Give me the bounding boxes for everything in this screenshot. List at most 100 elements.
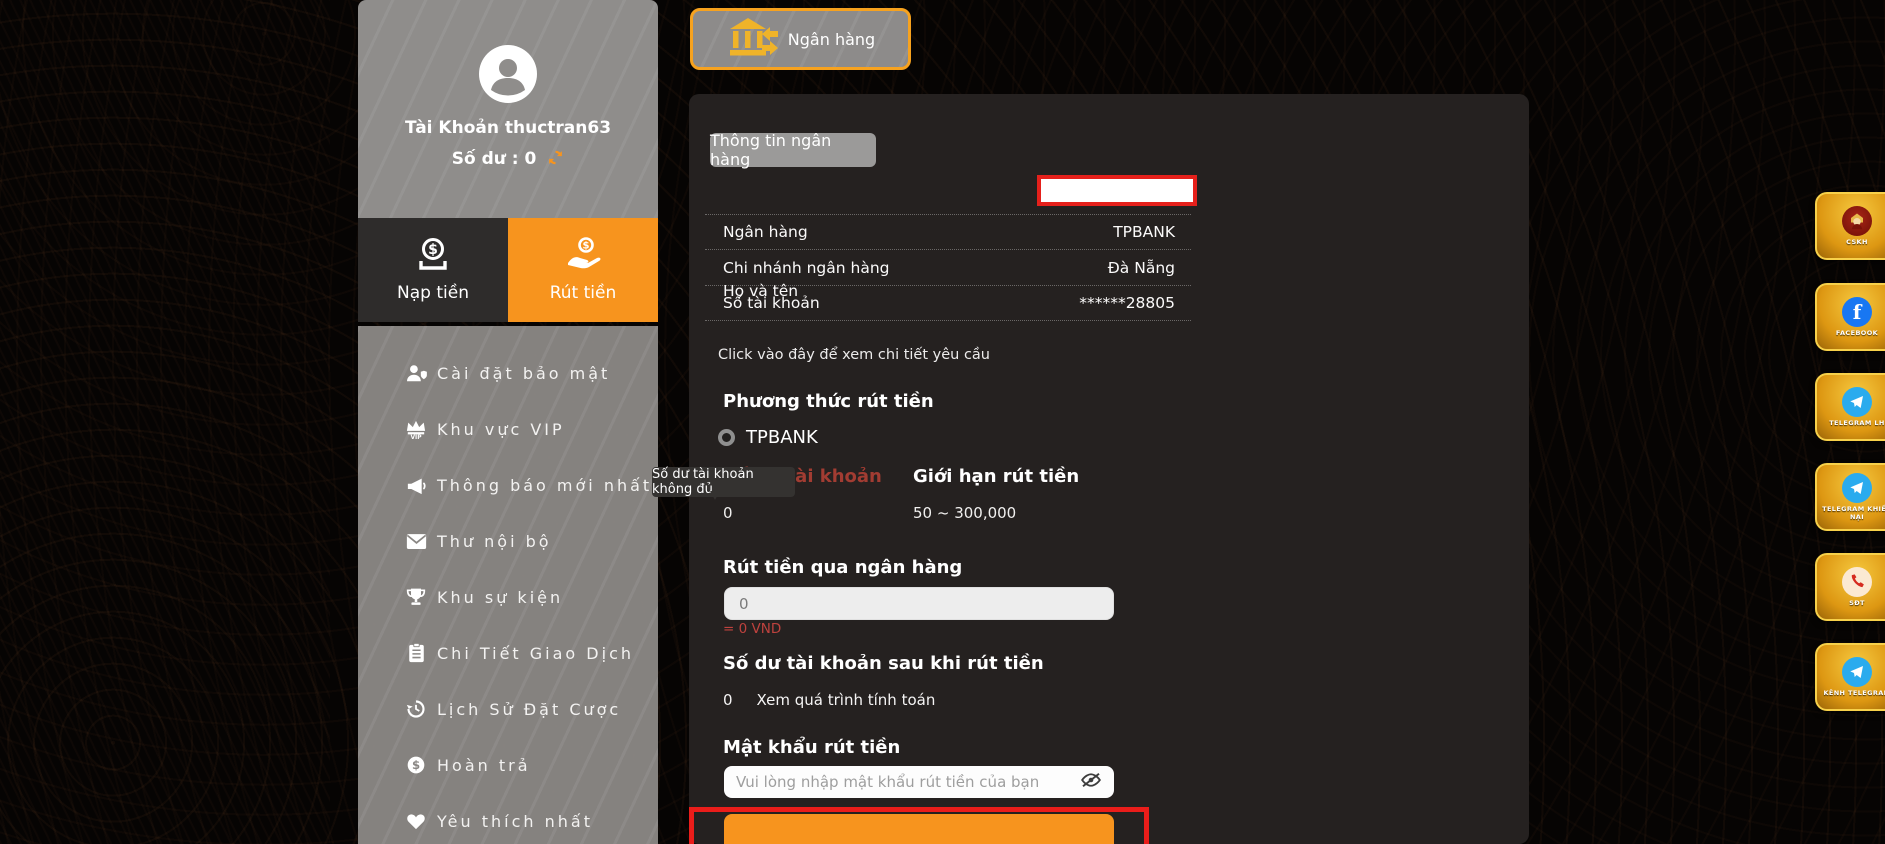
facebook-contact-icon[interactable]: f FACEBOOK [1815,283,1885,351]
contact-label: CSKH [1846,239,1868,247]
telegram-icon [1842,473,1872,503]
phone-contact-icon[interactable]: SĐT [1815,553,1885,621]
telegram-icon [1842,387,1872,417]
bank-info-section-badge: Thông tin ngân hàng [710,133,876,167]
sidebar-item-label: Khu vực VIP [437,420,565,439]
sidebar-item-security[interactable]: Cài đặt bảo mật [358,345,658,401]
trophy-icon [404,587,428,607]
sidebar-item-vip[interactable]: VIP Khu vực VIP [358,401,658,457]
refresh-balance-icon[interactable] [547,149,564,171]
withdraw-password-input[interactable] [736,773,1080,791]
contact-label: TELEGRAM LH [1829,420,1885,428]
sidebar-item-label: Hoàn trả [437,756,531,775]
balance-after-value: 0 [723,691,733,709]
balance-line: Số dư : 0 [358,149,658,171]
account-balance-value: 0 [723,504,733,522]
svg-text:$: $ [583,241,590,252]
account-number-value: ******28805 [1079,294,1175,312]
telegram-channel-contact-icon[interactable]: KÊNH TELEGRAM [1815,643,1885,711]
sidebar-item-label: Cài đặt bảo mật [437,364,610,383]
withdraw-limit-title: Giới hạn rút tiền [913,466,1079,487]
method-option-row[interactable]: TPBANK [718,427,818,448]
receipt-icon [404,643,428,663]
envelope-icon [404,533,428,550]
account-number-label: Số tài khoản [723,294,820,312]
withdraw-amount-input[interactable] [724,587,1114,620]
svg-text:$: $ [428,242,438,258]
bank-icon [726,15,778,63]
withdraw-limit-value: 50 ~ 300,000 [913,504,1016,522]
username: thuctran63 [505,118,611,138]
sidebar-item-announcements[interactable]: Thông báo mới nhất [358,457,658,513]
user-shield-icon [404,364,428,383]
radio-selected-icon[interactable] [718,429,735,446]
sidebar-item-bet-history[interactable]: Lịch Sử Đặt Cược [358,681,658,737]
tab-deposit[interactable]: $ Nạp tiền [358,218,508,322]
method-section-title: Phương thức rút tiền [723,391,934,412]
facebook-icon: f [1842,297,1872,327]
withdraw-password-field[interactable] [724,766,1114,798]
sidebar-item-label: Khu sự kiện [437,588,563,607]
contact-label: KÊNH TELEGRAM [1823,690,1885,698]
balance-value: 0 [525,149,537,169]
sidebar-item-label: Yêu thích nhất [437,812,593,831]
contact-label: TELEGRAM KHIẾU NẠI [1819,506,1885,521]
cskh-contact-icon[interactable]: CSKH [1815,192,1885,260]
withdraw-panel: Thông tin ngân hàng Họ và tên Ngân hàng … [689,94,1529,844]
support-agent-icon [1842,206,1872,236]
dollar-circle-icon: $ [404,755,428,775]
divider [705,320,1191,321]
sidebar-item-label: Lịch Sử Đặt Cược [437,700,621,719]
sidebar-item-label: Chi Tiết Giao Dịch [437,644,634,663]
calculation-link[interactable]: Xem quá trình tính toán [757,691,936,709]
sidebar-item-inbox[interactable]: Thư nội bộ [358,513,658,569]
account-line: Tài Khoản thuctran63 [358,118,658,138]
sidebar-item-label: Thư nội bộ [437,532,552,551]
divider [705,214,1191,215]
bank-tab-label: Ngân hàng [788,30,875,49]
amount-section-title: Rút tiền qua ngân hàng [723,557,962,578]
bank-name-value: TPBANK [1113,223,1175,241]
eye-slash-icon[interactable] [1080,772,1102,792]
bank-branch-value: Đà Nẵng [1108,259,1175,277]
tab-withdraw[interactable]: $ Rút tiền [508,218,658,322]
svg-text:VIP: VIP [410,435,422,439]
bank-method-tab[interactable]: Ngân hàng [690,8,911,70]
account-label: Tài Khoản [405,118,499,138]
vip-crown-icon: VIP [404,419,428,439]
telegram-lh-contact-icon[interactable]: TELEGRAM LH [1815,373,1885,441]
history-icon [404,699,428,719]
heart-icon [404,812,428,830]
divider [705,249,1191,250]
telegram-icon [1842,657,1872,687]
deposit-icon: $ [415,237,451,276]
phone-icon [1842,567,1872,597]
tab-withdraw-label: Rút tiền [550,283,617,303]
sidebar-menu: Cài đặt bảo mật VIP Khu vực VIP Thông bá… [358,326,658,844]
bank-branch-label: Chi nhánh ngân hàng [723,259,890,277]
vnd-conversion-hint: = 0 VND [723,621,781,637]
password-section-title: Mật khẩu rút tiền [723,737,900,758]
tab-deposit-label: Nạp tiền [397,283,469,303]
user-panel: Tài Khoản thuctran63 Số dư : 0 [358,0,658,218]
balance-after-row: 0 Xem quá trình tính toán [723,691,935,709]
contact-label: SĐT [1849,600,1865,608]
sidebar-item-label: Thông báo mới nhất [437,476,652,495]
withdraw-icon: $ [564,237,602,276]
page: Tài Khoản thuctran63 Số dư : 0 $ [0,0,1885,844]
contact-label: FACEBOOK [1836,330,1878,338]
sidebar-item-events[interactable]: Khu sự kiện [358,569,658,625]
telegram-complaint-contact-icon[interactable]: TELEGRAM KHIẾU NẠI [1815,463,1885,531]
full-name-field-annotation[interactable] [1037,175,1197,206]
requirements-detail-link[interactable]: Click vào đây để xem chi tiết yêu cầu [718,347,990,363]
megaphone-icon [404,476,428,495]
insufficient-balance-tooltip: Số dư tài khoản không đủ [652,467,795,497]
sidebar-item-transactions[interactable]: Chi Tiết Giao Dịch [358,625,658,681]
withdraw-submit-button[interactable]: Rút tiền [724,814,1114,844]
wallet-tabs: $ Nạp tiền $ Rút tiền [358,218,658,322]
floating-contact-column: CSKH f FACEBOOK TELEGRAM LH TELEGRAM KHI… [1815,0,1885,844]
sidebar-item-favorites[interactable]: Yêu thích nhất [358,793,658,844]
balance-label: Số dư : [452,149,519,169]
divider [705,285,1191,286]
sidebar-item-rebate[interactable]: $ Hoàn trả [358,737,658,793]
